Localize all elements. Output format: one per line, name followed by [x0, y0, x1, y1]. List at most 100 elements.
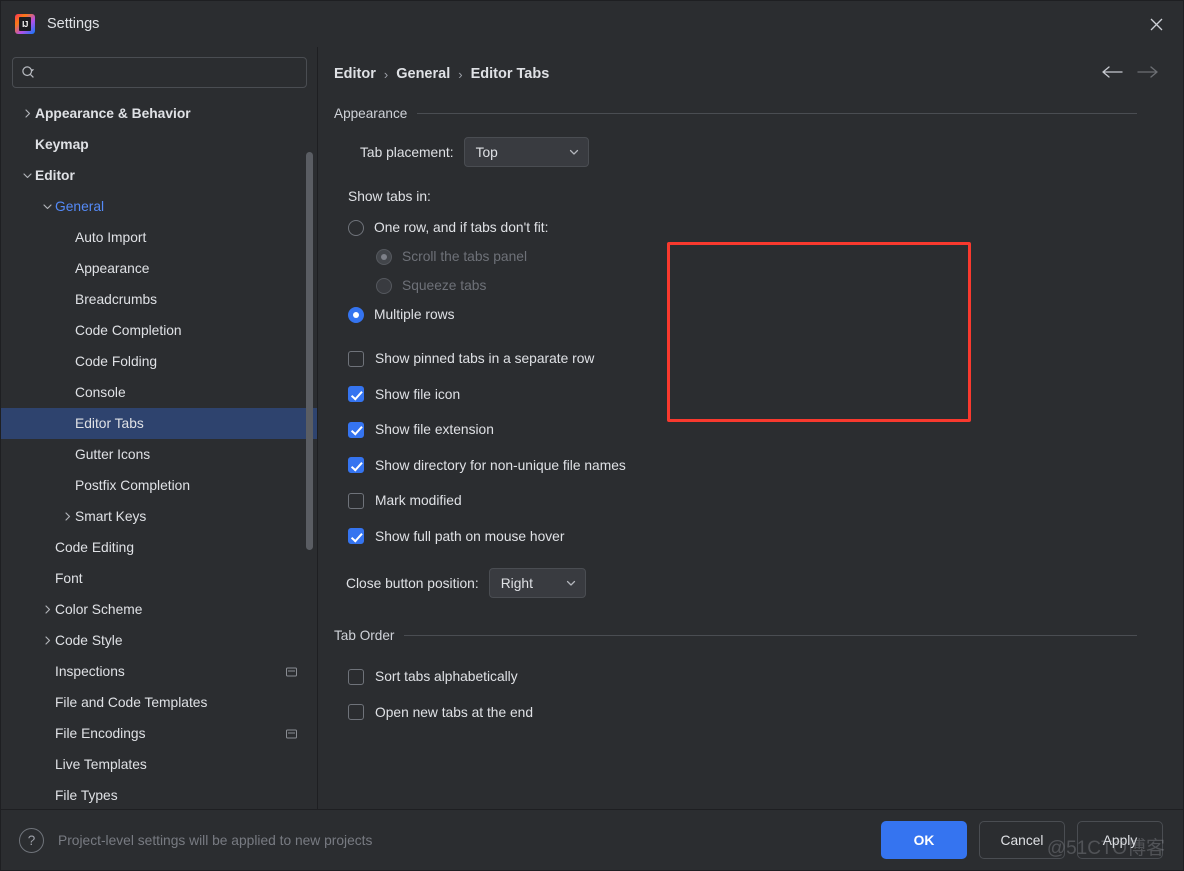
sidebar-item-smart-keys[interactable]: Smart Keys [1, 501, 317, 532]
section-title: Tab Order [334, 628, 395, 643]
sidebar-item-inspections[interactable]: Inspections [1, 656, 317, 687]
chevron-right-icon[interactable] [39, 602, 55, 618]
chevron-down-icon[interactable] [39, 199, 55, 215]
sidebar-item-keymap[interactable]: Keymap [1, 129, 317, 160]
radio-button[interactable] [348, 219, 364, 236]
sidebar-item-color-scheme[interactable]: Color Scheme [1, 594, 317, 625]
search-input[interactable] [42, 65, 298, 80]
tab-placement-row: Tab placement: Top [360, 137, 1163, 167]
checkbox-row-show-full-path-on-mouse-hover[interactable]: Show full path on mouse hover [348, 519, 1163, 555]
chevron-down-icon [565, 577, 577, 589]
chevron-right-icon[interactable] [19, 106, 35, 122]
breadcrumb-separator: › [458, 66, 463, 82]
sidebar-item-label: Gutter Icons [75, 447, 151, 462]
checkbox-row-show-file-icon[interactable]: Show file icon [348, 377, 1163, 413]
sidebar-item-file-encodings[interactable]: File Encodings [1, 718, 317, 749]
checkbox-row-show-pinned-tabs-in-a-separate-row[interactable]: Show pinned tabs in a separate row [348, 341, 1163, 377]
checkbox[interactable] [348, 386, 364, 403]
sidebar-item-code-style[interactable]: Code Style [1, 625, 317, 656]
radio-button[interactable] [348, 306, 364, 323]
show-tabs-in-caption: Show tabs in: [348, 189, 431, 204]
settings-tree[interactable]: Appearance & Behavior Keymap Editor General… [1, 96, 317, 809]
scope-badge-icon [286, 729, 297, 738]
section-header-appearance: Appearance [334, 106, 1163, 121]
sidebar-item-editor-tabs[interactable]: Editor Tabs [1, 408, 317, 439]
show-tabs-in-options: One row, and if tabs don't fit: Scroll th… [348, 213, 1163, 329]
checkbox[interactable] [348, 528, 364, 545]
scope-badge-icon [286, 667, 297, 676]
chevron-right-icon[interactable] [39, 633, 55, 649]
breadcrumb-item-editor[interactable]: Editor [334, 66, 376, 82]
sidebar-item-general[interactable]: General [1, 191, 317, 222]
checkbox[interactable] [348, 704, 364, 721]
tab-placement-value: Top [475, 144, 498, 160]
sidebar-item-label: General [55, 199, 105, 214]
cancel-button[interactable]: Cancel [979, 821, 1065, 859]
checkbox-row-open-new-tabs-at-the-end[interactable]: Open new tabs at the end [348, 695, 1163, 731]
checkbox-row-show-file-extension[interactable]: Show file extension [348, 412, 1163, 448]
chevron-right-icon[interactable] [59, 509, 75, 525]
checkbox[interactable] [348, 350, 364, 367]
show-tabs-in-group: Show tabs in: One row, and if tabs don't… [348, 189, 1163, 329]
sidebar-item-auto-import[interactable]: Auto Import [1, 222, 317, 253]
sidebar-item-appearance-behavior[interactable]: Appearance & Behavior [1, 98, 317, 129]
sidebar-item-label: Code Editing [55, 540, 135, 555]
sidebar-item-font[interactable]: Font [1, 563, 317, 594]
checkbox[interactable] [348, 457, 364, 474]
sidebar-item-breadcrumbs[interactable]: Breadcrumbs [1, 284, 317, 315]
sidebar-scrollbar-thumb[interactable] [306, 152, 313, 550]
sidebar-item-gutter-icons[interactable]: Gutter Icons [1, 439, 317, 470]
close-button-position-dropdown[interactable]: Right [488, 568, 586, 598]
apply-button[interactable]: Apply [1077, 821, 1163, 859]
sidebar-item-code-folding[interactable]: Code Folding [1, 346, 317, 377]
sidebar-item-label: Editor Tabs [75, 416, 144, 431]
checkbox-row-mark-modified[interactable]: Mark modified [348, 483, 1163, 519]
radio-button [376, 277, 392, 294]
search-box[interactable] [12, 57, 307, 88]
checkbox-row-show-directory-for-non-unique-file-names[interactable]: Show directory for non-unique file names [348, 448, 1163, 484]
sidebar-item-file-types[interactable]: File Types [1, 780, 317, 809]
sidebar-item-label: Live Templates [55, 757, 147, 772]
checkbox[interactable] [348, 421, 364, 438]
sidebar-item-code-editing[interactable]: Code Editing [1, 532, 317, 563]
ok-button[interactable]: OK [881, 821, 967, 859]
checkbox-row-sort-tabs-alphabetically[interactable]: Sort tabs alphabetically [348, 659, 1163, 695]
checkbox[interactable] [348, 668, 364, 685]
sidebar-item-live-templates[interactable]: Live Templates [1, 749, 317, 780]
chevron-down-icon[interactable] [19, 168, 35, 184]
sidebar-item-code-completion[interactable]: Code Completion [1, 315, 317, 346]
sidebar-item-file-and-code-templates[interactable]: File and Code Templates [1, 687, 317, 718]
sidebar-item-postfix-completion[interactable]: Postfix Completion [1, 470, 317, 501]
sidebar-item-label: File Types [55, 788, 118, 803]
section-header-tab-order: Tab Order [334, 628, 1163, 643]
section-title: Appearance [334, 106, 408, 121]
sidebar-item-editor[interactable]: Editor [1, 160, 317, 191]
close-icon[interactable] [1135, 5, 1177, 43]
tab-placement-dropdown[interactable]: Top [463, 137, 589, 167]
title-bar: Settings [1, 1, 1183, 47]
radio-option-multiple-rows[interactable]: Multiple rows [348, 300, 1163, 329]
sidebar-item-label: Font [55, 571, 83, 586]
checkbox[interactable] [348, 492, 364, 509]
breadcrumb-item-general[interactable]: General [396, 66, 450, 82]
radio-option-scroll-the-tabs-panel: Scroll the tabs panel [376, 242, 1163, 271]
arrow-left-icon[interactable] [1101, 65, 1123, 79]
sidebar-item-console[interactable]: Console [1, 377, 317, 408]
radio-option-one-row-and-if-tabs-don-t-fit[interactable]: One row, and if tabs don't fit: [348, 213, 1163, 242]
help-icon[interactable]: ? [19, 827, 44, 853]
section-divider [404, 635, 1137, 636]
radio-button [376, 248, 392, 265]
dialog-footer: ? Project-level settings will be applied… [1, 809, 1183, 870]
appearance-checkbox-list: Show pinned tabs in a separate row Show f… [348, 341, 1163, 554]
sidebar-item-appearance[interactable]: Appearance [1, 253, 317, 284]
